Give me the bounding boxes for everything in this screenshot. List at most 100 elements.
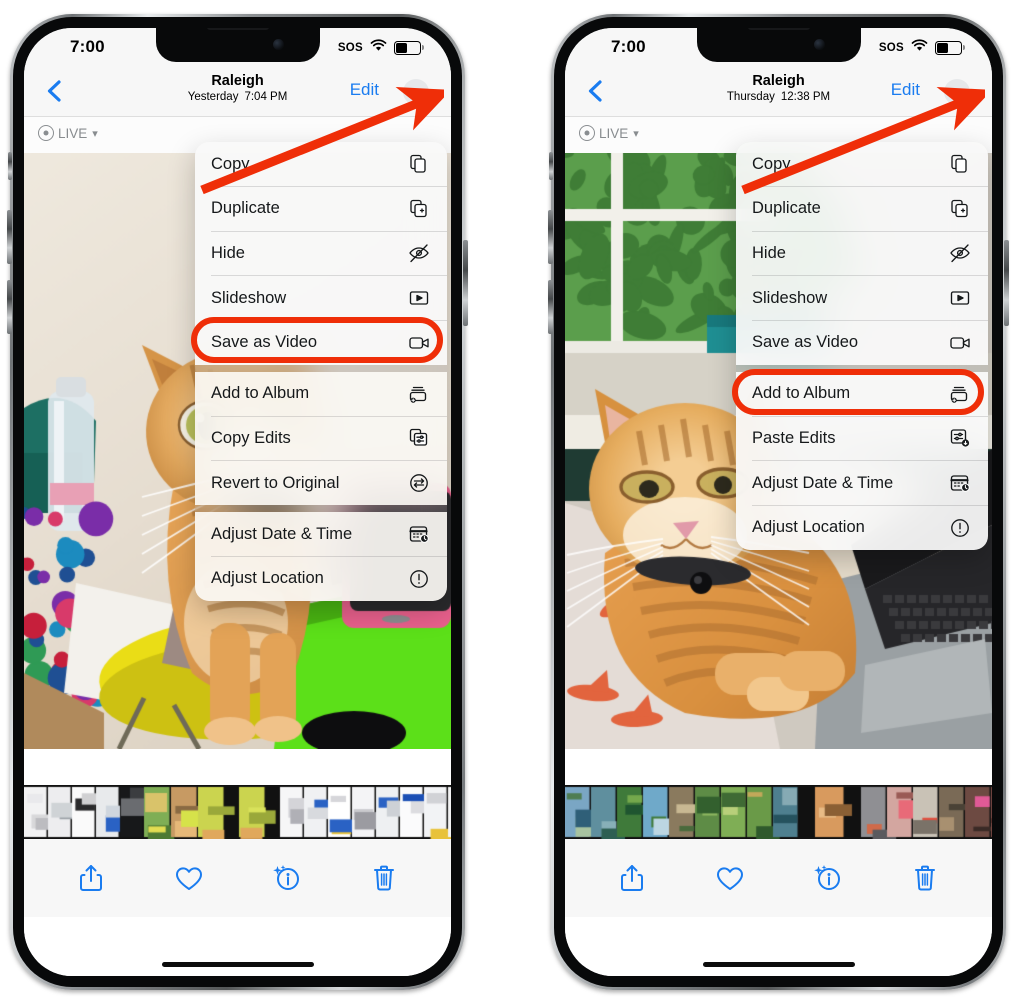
volume-up-button[interactable] — [548, 210, 553, 264]
menu-item-hide[interactable]: Hide — [736, 231, 988, 275]
battery-icon — [935, 40, 965, 56]
nav-title-block: Raleigh Yesterday 7:04 PM — [24, 72, 451, 105]
info-button[interactable] — [269, 861, 303, 895]
live-badge[interactable]: LIVE ▾ — [38, 125, 98, 141]
copy-icon — [948, 152, 972, 176]
chevron-down-icon: ▾ — [92, 127, 98, 140]
menu-item-label: Paste Edits — [752, 428, 836, 447]
delete-button[interactable] — [367, 861, 401, 895]
menu-item-adjust-date-time[interactable]: Adjust Date & Time — [195, 512, 447, 556]
home-indicator[interactable] — [161, 962, 314, 967]
menu-item-add-to-album[interactable]: Add to Album — [195, 372, 447, 416]
info-button[interactable] — [810, 861, 844, 895]
copy-edits-icon — [407, 426, 431, 450]
live-label: LIVE — [58, 125, 88, 141]
filmstrip[interactable] — [565, 785, 992, 839]
sos-label: SOS — [337, 42, 363, 54]
power-button[interactable] — [463, 240, 468, 326]
nav-bar: Raleigh Thursday 12:38 PM Edit — [565, 68, 992, 117]
menu-item-duplicate[interactable]: Duplicate — [736, 187, 988, 231]
menu-item-hide[interactable]: Hide — [195, 231, 447, 275]
menu-item-label: Copy — [752, 154, 791, 173]
volume-down-button[interactable] — [548, 280, 553, 334]
home-indicator[interactable] — [702, 962, 855, 967]
menu-item-label: Duplicate — [211, 199, 280, 218]
menu-item-copy[interactable]: Copy — [736, 142, 988, 186]
menu-item-label: Slideshow — [211, 288, 287, 307]
menu-item-label: Revert to Original — [211, 473, 340, 492]
play-rectangle-icon — [948, 286, 972, 310]
screenshot-stage: 7:00 SOS Raleigh Yesterday 7:04 PM Edit … — [0, 0, 1024, 1004]
sos-label: SOS — [878, 42, 904, 54]
phone-right: 7:00 SOS Raleigh Thursday 12:38 PM Edit … — [548, 14, 1009, 990]
page-subtitle: Yesterday 7:04 PM — [24, 90, 451, 105]
menu-item-label: Copy — [211, 154, 250, 173]
status-time: 7:00 — [70, 37, 105, 56]
subtitle-day: Thursday — [726, 91, 775, 103]
context-menu: Copy Duplicate Hide Slideshow Save as Vi… — [195, 142, 447, 601]
menu-item-slideshow[interactable]: Slideshow — [195, 276, 447, 320]
menu-item-adjust-location[interactable]: Adjust Location — [195, 557, 447, 601]
favorite-button[interactable] — [172, 861, 206, 895]
menu-item-paste-edits[interactable]: Paste Edits — [736, 416, 988, 460]
menu-item-label: Adjust Date & Time — [752, 473, 894, 492]
menu-group: Copy Duplicate Hide Slideshow Save as Vi… — [736, 142, 988, 365]
menu-separator — [195, 505, 447, 513]
menu-item-label: Adjust Location — [211, 569, 324, 588]
more-options-button[interactable] — [403, 79, 429, 105]
volume-up-button[interactable] — [7, 210, 12, 264]
menu-item-copy[interactable]: Copy — [195, 142, 447, 186]
status-time: 7:00 — [611, 37, 646, 56]
live-badge[interactable]: LIVE ▾ — [579, 125, 639, 141]
add-to-album-icon — [407, 382, 431, 406]
page-title: Raleigh — [752, 73, 805, 89]
earpiece-speaker — [206, 28, 269, 30]
location-pin-icon — [948, 516, 972, 540]
wifi-icon — [911, 39, 928, 57]
delete-button[interactable] — [908, 861, 942, 895]
battery-icon — [394, 40, 424, 56]
calendar-clock-icon — [407, 522, 431, 546]
nav-bar: Raleigh Yesterday 7:04 PM Edit — [24, 68, 451, 117]
edit-button[interactable]: Edit — [350, 80, 379, 100]
live-label: LIVE — [599, 125, 629, 141]
share-button[interactable] — [615, 861, 649, 895]
silence-switch[interactable] — [8, 152, 12, 180]
status-indicators: SOS — [337, 39, 424, 57]
share-button[interactable] — [74, 861, 108, 895]
menu-group: Add to Album Copy Edits Revert to Origin… — [195, 371, 447, 506]
menu-item-duplicate[interactable]: Duplicate — [195, 187, 447, 231]
menu-item-label: Duplicate — [752, 199, 821, 218]
filmstrip-canvas — [565, 785, 992, 839]
revert-icon — [407, 471, 431, 495]
power-button[interactable] — [1004, 240, 1009, 326]
favorite-button[interactable] — [713, 861, 747, 895]
silence-switch[interactable] — [549, 152, 553, 180]
filmstrip-canvas — [24, 785, 451, 839]
phone-screen: 7:00 SOS Raleigh Yesterday 7:04 PM Edit … — [24, 28, 451, 976]
notch — [155, 28, 320, 62]
front-camera-icon — [272, 39, 284, 50]
subtitle-day: Yesterday — [187, 91, 239, 103]
volume-down-button[interactable] — [7, 280, 12, 334]
menu-item-label: Add to Album — [211, 384, 310, 403]
edit-button[interactable]: Edit — [891, 80, 920, 100]
menu-item-label: Hide — [211, 243, 245, 262]
menu-item-revert-to-original[interactable]: Revert to Original — [195, 461, 447, 505]
subtitle-time: 7:04 PM — [244, 91, 288, 103]
chevron-down-icon: ▾ — [633, 127, 639, 140]
video-camera-icon — [948, 331, 972, 355]
bottom-toolbar — [565, 839, 992, 917]
filmstrip[interactable] — [24, 785, 451, 839]
menu-item-label: Hide — [752, 243, 786, 262]
highlight-ring-paste-edits — [732, 369, 984, 415]
more-options-button[interactable] — [944, 79, 970, 105]
menu-item-copy-edits[interactable]: Copy Edits — [195, 416, 447, 460]
menu-item-save-as-video[interactable]: Save as Video — [736, 321, 988, 365]
paste-edits-icon — [948, 426, 972, 450]
menu-item-adjust-location[interactable]: Adjust Location — [736, 506, 988, 550]
phone-left: 7:00 SOS Raleigh Yesterday 7:04 PM Edit … — [7, 14, 468, 990]
photo-bottom-gap — [24, 749, 451, 785]
menu-item-adjust-date-time[interactable]: Adjust Date & Time — [736, 461, 988, 505]
menu-item-slideshow[interactable]: Slideshow — [736, 276, 988, 320]
